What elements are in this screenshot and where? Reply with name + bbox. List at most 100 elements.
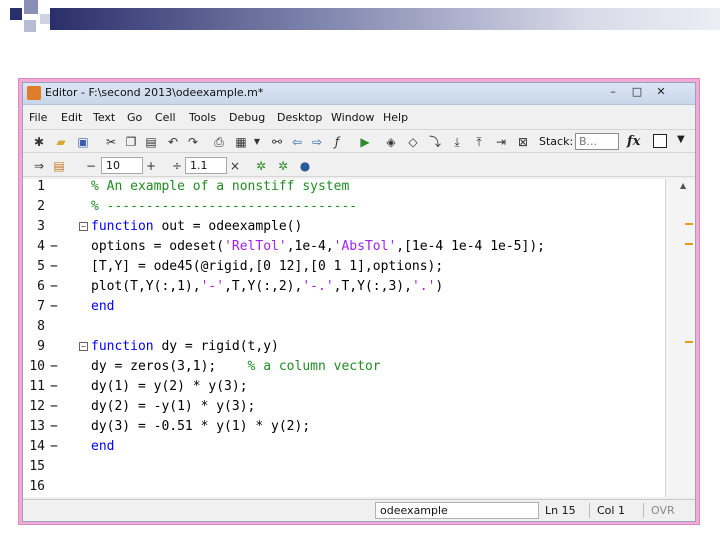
exit-debug-icon[interactable]: ⊠	[515, 134, 531, 150]
continue-icon[interactable]: ⇥	[493, 134, 509, 150]
print-icon[interactable]: ⎙	[211, 134, 227, 150]
executable-line-marker[interactable]: −	[50, 237, 58, 257]
step-icon[interactable]: ⤵	[427, 134, 443, 150]
insert-cell-icon[interactable]: ⇒	[31, 158, 47, 174]
current-function-field[interactable]: odeexample	[375, 502, 539, 519]
code-line[interactable]: 7− end	[23, 297, 663, 317]
function-browser-icon[interactable]: ƒ	[329, 134, 345, 150]
menu-cell[interactable]: Cell	[155, 111, 176, 124]
code-line[interactable]: 1 % An example of a nonstiff system	[23, 177, 663, 197]
dock-icon[interactable]	[653, 134, 667, 148]
multiply-button[interactable]: ×	[227, 158, 243, 174]
maximize-button[interactable]: □	[627, 84, 647, 100]
line-number: 2	[37, 199, 45, 214]
step-in-icon[interactable]: ⤓	[449, 134, 465, 150]
line-number: 3	[37, 219, 45, 234]
executable-line-marker[interactable]: −	[50, 357, 58, 377]
breakpoint-set-icon[interactable]: ◈	[383, 134, 399, 150]
fold-toggle-icon[interactable]: −	[79, 222, 88, 231]
menu-debug[interactable]: Debug	[229, 111, 265, 124]
code-line[interactable]: 4− options = odeset('RelTol',1e-4,'AbsTol…	[23, 237, 663, 257]
scale-value-field[interactable]: 1.1	[185, 157, 227, 174]
executable-line-marker[interactable]: −	[50, 297, 58, 317]
cell-mode-icon[interactable]: ▤	[51, 158, 67, 174]
warning-marker[interactable]	[685, 243, 693, 245]
menu-help[interactable]: Help	[383, 111, 408, 124]
code-editor[interactable]: 1 % An example of a nonstiff system 2 % ---…	[23, 179, 695, 497]
code-text: dy(3) = -0.51 * y(1) * y(2);	[91, 417, 310, 437]
chevron-down-icon[interactable]: ▼	[249, 134, 265, 150]
code-line[interactable]: 12− dy(2) = -y(1) * y(3);	[23, 397, 663, 417]
code-line[interactable]: 10− dy = zeros(3,1); % a column vector	[23, 357, 663, 377]
new-file-icon[interactable]: ✱	[31, 134, 47, 150]
executable-line-marker[interactable]: −	[50, 417, 58, 437]
executable-line-marker[interactable]: −	[50, 397, 58, 417]
fold-toggle-icon[interactable]: −	[79, 342, 88, 351]
executable-line-marker[interactable]: −	[50, 257, 58, 277]
menu-go[interactable]: Go	[127, 111, 142, 124]
stack-select[interactable]: B...	[575, 133, 619, 150]
code-line[interactable]: 6− plot(T,Y(:,1),'-',T,Y(:,2),'-.',T,Y(:,…	[23, 277, 663, 297]
code-line[interactable]: 9 − function dy = rigid(t,y)	[23, 337, 663, 357]
editor-scrollbar[interactable]: ▲	[665, 179, 695, 497]
code-line[interactable]: 14− end	[23, 437, 663, 457]
paste-icon[interactable]: ▤	[143, 134, 159, 150]
line-number: 12	[29, 399, 45, 414]
code-token: '.'	[411, 279, 436, 294]
code-line[interactable]: 3 − function out = odeexample()	[23, 217, 663, 237]
menu-edit[interactable]: Edit	[61, 111, 82, 124]
binoculars-icon[interactable]: ⚯	[269, 134, 285, 150]
code-text: end	[91, 297, 114, 317]
code-line[interactable]: 8	[23, 317, 663, 337]
line-number: 15	[29, 459, 45, 474]
code-token: 'RelTol'	[224, 239, 287, 254]
divide-button[interactable]: ÷	[169, 158, 185, 174]
step-out-icon[interactable]: ⤒	[471, 134, 487, 150]
decor-square	[24, 20, 36, 32]
fx-icon[interactable]: fx	[627, 134, 640, 149]
code-token: function	[91, 339, 154, 354]
menu-file[interactable]: File	[29, 111, 47, 124]
decrement-button[interactable]: −	[83, 158, 99, 174]
code-line[interactable]: 16	[23, 477, 663, 497]
menu-desktop[interactable]: Desktop	[277, 111, 322, 124]
chevron-down-icon[interactable]: ▼	[677, 134, 685, 145]
code-line[interactable]: 5− [T,Y] = ode45(@rigid,[0 12],[0 1 1],op…	[23, 257, 663, 277]
code-line[interactable]: 2 % --------------------------------	[23, 197, 663, 217]
open-folder-icon[interactable]: ▰	[53, 134, 69, 150]
close-button[interactable]: ✕	[651, 84, 671, 100]
line-number: 9	[37, 339, 45, 354]
undo-icon[interactable]: ↶	[165, 134, 181, 150]
menu-tools[interactable]: Tools	[189, 111, 216, 124]
warning-marker[interactable]	[685, 223, 693, 225]
cut-icon[interactable]: ✂	[103, 134, 119, 150]
menu-text[interactable]: Text	[93, 111, 115, 124]
breakpoint-clear-icon[interactable]: ◇	[405, 134, 421, 150]
eval-cell-advance-icon[interactable]: ✲	[275, 158, 291, 174]
code-token: ,1e-4,	[286, 239, 334, 254]
code-line[interactable]: 13− dy(3) = -0.51 * y(1) * y(2);	[23, 417, 663, 437]
increment-value-field[interactable]: 10	[101, 157, 143, 174]
stack-label: Stack:	[539, 135, 574, 148]
find-files-icon[interactable]: ▦	[233, 134, 249, 150]
code-line[interactable]: 15	[23, 457, 663, 477]
code-token: end	[91, 299, 115, 314]
show-cell-titles-icon[interactable]: ●	[297, 158, 313, 174]
code-line[interactable]: 11− dy(1) = y(2) * y(3);	[23, 377, 663, 397]
menu-window[interactable]: Window	[331, 111, 374, 124]
run-icon[interactable]: ▶	[357, 134, 373, 150]
executable-line-marker[interactable]: −	[50, 377, 58, 397]
overwrite-indicator: OVR	[651, 504, 675, 517]
scroll-up-icon[interactable]: ▲	[680, 181, 686, 190]
increment-button[interactable]: +	[143, 158, 159, 174]
minimize-button[interactable]: –	[603, 84, 623, 100]
forward-arrow-icon[interactable]: ⇨	[309, 134, 325, 150]
back-arrow-icon[interactable]: ⇦	[289, 134, 305, 150]
executable-line-marker[interactable]: −	[50, 437, 58, 457]
redo-icon[interactable]: ↷	[185, 134, 201, 150]
executable-line-marker[interactable]: −	[50, 277, 58, 297]
save-icon[interactable]: ▣	[75, 134, 91, 150]
copy-icon[interactable]: ❐	[123, 134, 139, 150]
warning-marker[interactable]	[685, 341, 693, 343]
eval-cell-icon[interactable]: ✲	[253, 158, 269, 174]
